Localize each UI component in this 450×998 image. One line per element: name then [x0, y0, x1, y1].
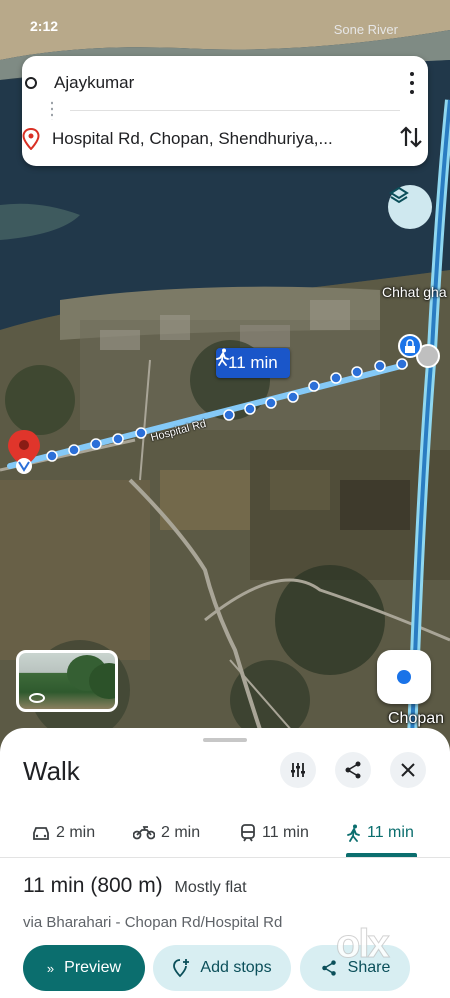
motorbike-icon	[133, 826, 155, 840]
drag-handle[interactable]	[203, 738, 247, 742]
walk-icon	[216, 348, 229, 366]
tab-walk[interactable]: 11 min	[347, 818, 414, 848]
place-label-chopan: Chopan	[388, 710, 445, 727]
route-options-button[interactable]	[280, 752, 316, 788]
tune-icon	[291, 763, 305, 777]
share-icon	[345, 761, 361, 779]
summary-time: 11 min	[23, 874, 85, 897]
origin-text: Ajaykumar	[54, 73, 135, 92]
route-dots-connector	[51, 100, 53, 120]
walk-icon	[347, 824, 360, 842]
share-icon	[321, 960, 336, 976]
layers-icon	[389, 186, 409, 204]
route-card-divider	[70, 110, 400, 111]
my-location-icon	[397, 670, 411, 684]
travel-mode-tabs: 2 min 2 min 11 min 11 min	[0, 808, 450, 858]
route-chip-label: 11 min	[228, 353, 278, 372]
route-duration-chip[interactable]: 11 min	[216, 348, 290, 378]
car-icon	[33, 827, 49, 840]
tab-drive[interactable]: 2 min	[32, 818, 95, 848]
preview-button[interactable]: » Preview	[23, 945, 145, 991]
add-stops-label: Add stops	[200, 959, 272, 976]
tab-walk-label: 11 min	[367, 824, 414, 841]
street-view-icon	[29, 693, 45, 703]
preview-icon: »	[46, 960, 55, 976]
place-label-chhat-ghat: Chhat gha	[382, 284, 447, 300]
tab-motorbike[interactable]: 2 min	[133, 818, 200, 848]
route-summary: 11 min (800 m) Mostly flat	[23, 874, 247, 898]
close-icon	[401, 763, 415, 777]
tab-motorbike-label: 2 min	[161, 824, 201, 841]
route-via: via Bharahari - Chopan Rd/Hospital Rd	[23, 914, 283, 931]
share-route-button[interactable]	[335, 752, 371, 788]
my-location-button[interactable]	[377, 650, 431, 704]
close-button[interactable]	[390, 752, 426, 788]
status-time: 2:12	[30, 18, 59, 34]
more-options-button[interactable]	[402, 70, 422, 96]
status-bar: 2:12 Sone River	[0, 0, 450, 40]
destination-text: Hospital Rd, Chopan, Shendhuriya,...	[52, 129, 333, 148]
sheet-title: Walk	[23, 756, 80, 786]
swap-vert-icon[interactable]	[398, 122, 424, 152]
tab-transit-label: 11 min	[262, 824, 309, 841]
origin-field[interactable]: Ajaykumar	[22, 66, 390, 100]
olx-watermark: olx	[336, 922, 391, 967]
status-map-label: Sone River	[333, 22, 398, 37]
destination-pin-icon	[22, 128, 40, 150]
street-view-thumbnail[interactable]	[16, 650, 118, 712]
tab-transit[interactable]: 11 min	[240, 818, 309, 848]
add-location-icon	[173, 959, 190, 978]
layers-button[interactable]	[388, 185, 432, 229]
destination-field[interactable]: Hospital Rd, Chopan, Shendhuriya,...	[22, 122, 390, 156]
tab-drive-label: 2 min	[56, 824, 96, 841]
origin-circle-icon	[25, 77, 37, 89]
summary-distance: (800 m)	[90, 874, 163, 897]
active-tab-indicator	[346, 853, 417, 857]
summary-note: Mostly flat	[174, 879, 247, 896]
preview-label: Preview	[64, 959, 122, 976]
transit-icon	[241, 824, 255, 842]
add-stops-button[interactable]: Add stops	[153, 945, 291, 991]
